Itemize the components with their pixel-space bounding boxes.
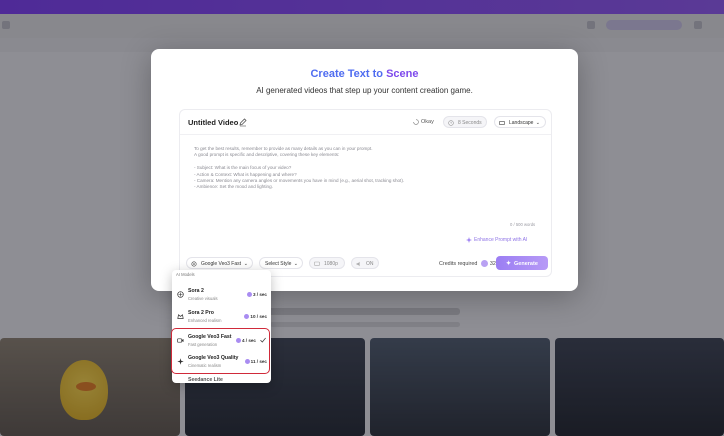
orientation-label: Landscape [509, 120, 534, 126]
modal-title-highlight: Scene [386, 68, 419, 80]
word-count: 0 / 500 words [510, 222, 536, 227]
sora-icon [177, 291, 184, 298]
credits-value: 32 [489, 260, 496, 267]
model-select-label: Google Veo3 Fast [201, 261, 242, 267]
orientation-select[interactable]: Landscape ⌄ [494, 116, 546, 128]
placeholder-line: - Ambience: Set the mood and lighting. [194, 184, 273, 190]
model-option-seedance-lite[interactable]: Seedance Lite [172, 373, 271, 383]
model-select[interactable]: Google Veo3 Fast ⌄ [186, 257, 253, 269]
duration-label: 8 Seconds [458, 120, 482, 126]
model-cost-value: 3 / sec [252, 292, 267, 297]
edit-pencil-icon[interactable] [238, 117, 248, 127]
dropdown-section-label: AI Models [176, 272, 195, 277]
credit-coin-icon [246, 292, 252, 298]
create-scene-modal: Create Text to Scene AI generated videos… [151, 49, 578, 291]
model-cost-value: 10 / sec [250, 314, 267, 319]
prompt-textarea[interactable]: To get the best results, remember to pro… [194, 146, 534, 191]
model-cost: 3 / sec [246, 292, 267, 298]
style-select-label: Select Style [265, 261, 292, 267]
speaker-icon [356, 261, 360, 267]
enhance-prompt-button[interactable]: Enhance Prompt with AI [466, 234, 528, 246]
generate-label: Generate [514, 260, 538, 267]
enhance-prompt-label: Enhance Prompt with AI [474, 237, 528, 243]
status-text: Okay [421, 119, 434, 125]
model-name: Sora 2 [188, 288, 204, 294]
sora-pro-icon [177, 314, 184, 319]
editor-header: Untitled Video Okay 8 Seconds Landscape … [180, 110, 551, 135]
style-select[interactable]: Select Style ⌄ [259, 257, 303, 269]
audio-toggle[interactable]: ON [351, 257, 379, 269]
model-name: Seedance Lite [188, 377, 223, 383]
credits-label: Credits required [439, 260, 478, 267]
duration-select[interactable]: 8 Seconds [443, 116, 487, 128]
loading-icon [413, 119, 419, 125]
credits-info: Credits required 32 [439, 260, 496, 267]
credit-coin-icon [480, 260, 488, 267]
credit-coin-icon [244, 314, 250, 320]
landscape-icon [499, 120, 505, 126]
video-title[interactable]: Untitled Video [188, 118, 238, 127]
model-cost: 10 / sec [244, 314, 267, 320]
sparkle-icon [466, 237, 472, 243]
audio-toggle-label: ON [366, 261, 374, 267]
resolution-label: 1080p [324, 261, 338, 267]
modal-title-text: Create Text to [310, 68, 387, 80]
model-name: Sora 2 Pro [188, 310, 214, 316]
resolution-select[interactable]: 1080p [309, 257, 345, 269]
generate-button[interactable]: ✦ Generate [496, 256, 548, 270]
clock-icon [448, 120, 454, 126]
selection-highlight [171, 328, 270, 374]
modal-title: Create Text to Scene [151, 68, 578, 80]
wand-icon: ✦ [506, 260, 512, 267]
model-desc: Creative visuals [188, 296, 218, 301]
screen-icon [314, 261, 320, 266]
modal-subtitle: AI generated videos that step up your co… [256, 86, 473, 95]
chevron-down-icon: ⌄ [293, 261, 298, 267]
chevron-down-icon: ⌄ [243, 261, 248, 267]
model-option-sora-2[interactable]: Sora 2 Creative visuals 3 / sec [172, 284, 271, 306]
model-desc: Enhanced realism [188, 318, 222, 323]
prompt-editor: Untitled Video Okay 8 Seconds Landscape … [179, 109, 552, 277]
model-option-sora-2-pro[interactable]: Sora 2 Pro Enhanced realism 10 / sec [172, 306, 271, 328]
model-icon [191, 261, 197, 267]
chevron-down-icon: ⌄ [535, 120, 540, 126]
